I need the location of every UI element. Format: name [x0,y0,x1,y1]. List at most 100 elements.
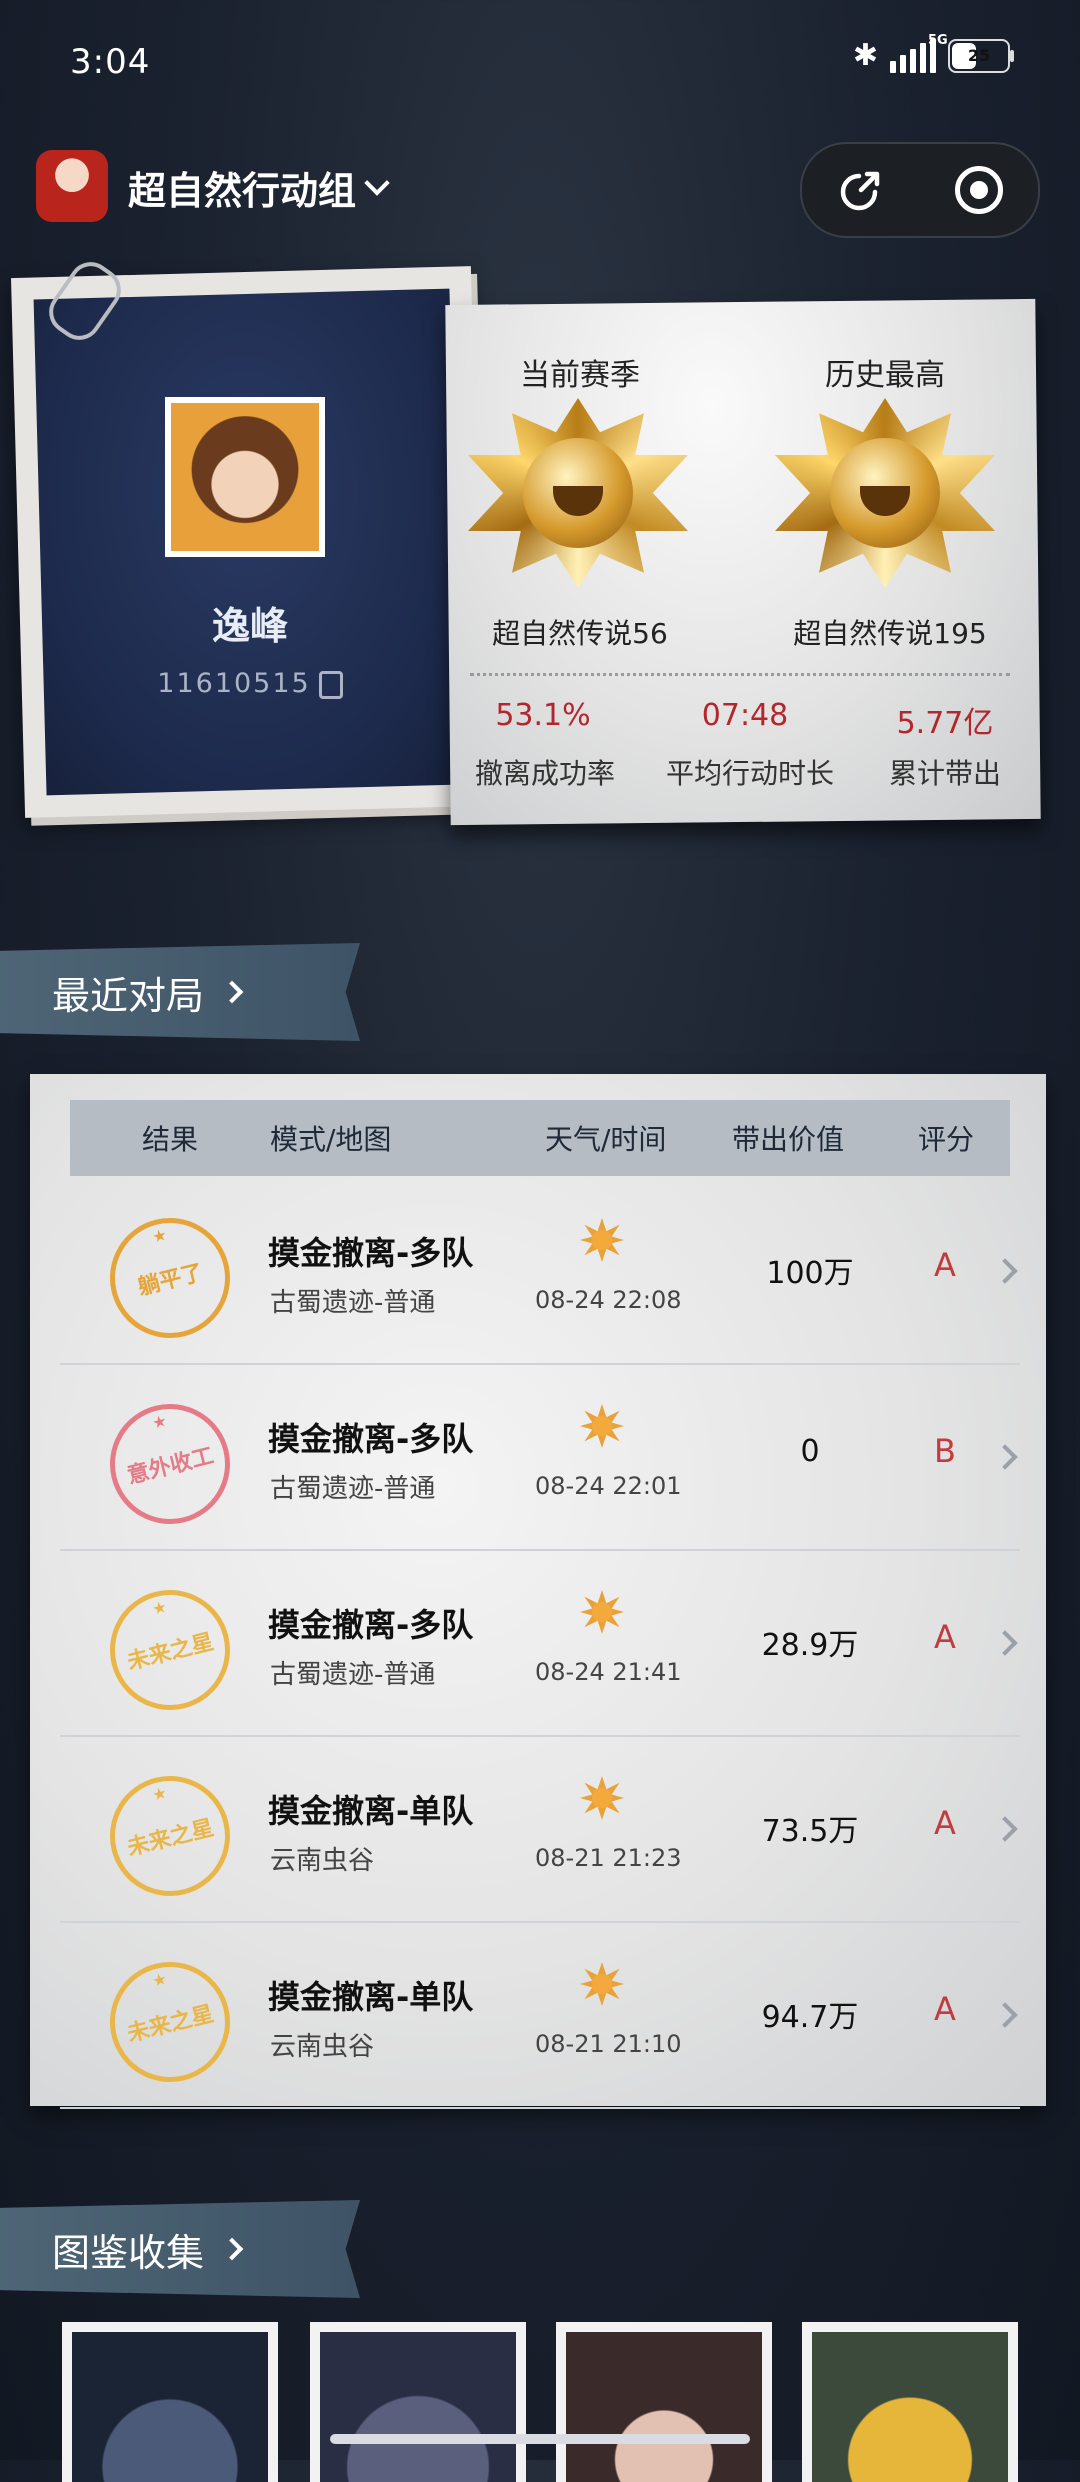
gallery-card[interactable] [556,2322,772,2482]
recent-matches-title: 最近对局 [52,973,205,1018]
gallery-card[interactable] [310,2322,526,2482]
match-datetime: 08-21 21:10 [535,2030,682,2058]
total-loot-value: 5.77亿 [896,706,994,741]
match-datetime: 08-24 21:41 [535,1658,682,1686]
table-header: 结果 模式/地图 天气/时间 带出价值 评分 [70,1100,1010,1176]
match-row[interactable]: 未来之星 摸金撤离-多队 古蜀遗迹-普通 08-24 21:41 28.9万 A [60,1550,1020,1737]
match-row[interactable]: 意外收工 摸金撤离-多队 古蜀遗迹-普通 08-24 22:01 0 B [60,1364,1020,1551]
result-stamp-text: 未来之星 [124,1815,217,1862]
gallery-card[interactable] [62,2322,278,2482]
loot-value: 94.7万 [761,2000,859,2035]
match-mode: 摸金撤离-多队 [268,1234,474,1272]
chevron-right-icon [220,980,244,1004]
current-season-label: 当前赛季 [520,358,640,393]
escape-rate-label: 撤离成功率 [474,757,615,790]
chevron-right-icon[interactable] [992,1816,1018,1842]
match-datetime: 08-21 21:23 [535,1844,682,1872]
match-grade: A [934,1804,956,1842]
status-indicators: ✱ 5G 25 [852,33,1014,73]
battery-level: 25 [967,46,991,65]
match-map: 云南虫谷 [270,2032,375,2062]
battery-icon: 25 [948,38,1014,73]
best-rank-label: 历史最高 [825,358,945,393]
divider [470,673,1010,676]
sunny-weather-icon [580,1218,624,1262]
home-indicator [330,2434,750,2444]
record-icon [955,166,1003,214]
app-title-dropdown[interactable]: 超自然行动组 [128,160,390,215]
col-value: 带出价值 [732,1123,845,1156]
player-name: 逸峰 [211,604,288,648]
app-icon [36,150,108,222]
result-stamp: 躺平了 [97,1205,243,1351]
match-map: 云南虫谷 [270,1846,375,1876]
match-grade: B [934,1432,956,1470]
match-grade: A [934,1990,956,2028]
avg-duration-label: 平均行动时长 [665,757,834,790]
signal-icon: 5G [890,33,948,73]
gallery-card[interactable] [802,2322,1018,2482]
sunny-weather-icon [580,1962,624,2006]
match-map: 古蜀遗迹-普通 [270,1288,436,1318]
match-datetime: 08-24 22:01 [535,1472,682,1500]
player-id: 11610515 [157,668,311,699]
result-stamp-text: 未来之星 [124,2001,217,2048]
match-row[interactable]: 未来之星 摸金撤离-单队 云南虫谷 08-21 21:23 73.5万 A [60,1736,1020,1923]
sunny-weather-icon [580,1590,624,1634]
loot-value: 0 [800,1434,820,1469]
network-type: 5G [928,32,948,48]
player-id-row[interactable]: 11610515 [0,668,500,699]
escape-rate-value: 53.1% [495,698,591,733]
match-row[interactable]: 未来之星 摸金撤离-单队 云南虫谷 08-21 21:10 94.7万 A [60,1922,1020,2109]
result-stamp-text: 未来之星 [124,1629,217,1676]
loot-value: 100万 [766,1256,854,1291]
chevron-right-icon[interactable] [992,1630,1018,1656]
match-mode: 摸金撤离-单队 [268,1978,474,2016]
chevron-right-icon[interactable] [992,1258,1018,1284]
best-rank-medal-icon [775,398,995,588]
loot-value: 28.9万 [761,1628,859,1663]
record-button[interactable] [949,160,1009,220]
chevron-down-icon [364,169,390,196]
col-result: 结果 [142,1123,199,1156]
col-mode-map: 模式/地图 [270,1123,392,1156]
mini-program-capsule [800,142,1040,238]
match-map: 古蜀遗迹-普通 [270,1474,436,1504]
recent-matches-header[interactable]: 最近对局 [0,943,360,1041]
result-stamp: 意外收工 [97,1391,243,1537]
bluetooth-icon: ✱ [852,38,878,73]
chevron-right-icon[interactable] [992,2002,1018,2028]
player-avatar [165,397,325,557]
app-title: 超自然行动组 [128,169,357,213]
sunny-weather-icon [580,1776,624,1820]
result-stamp: 未来之星 [97,1577,243,1723]
status-time: 3:04 [70,42,151,82]
result-stamp-text: 意外收工 [124,1443,217,1490]
loot-value: 73.5万 [761,1814,859,1849]
match-map: 古蜀遗迹-普通 [270,1660,436,1690]
match-row[interactable]: 躺平了 摸金撤离-多队 古蜀遗迹-普通 08-24 22:08 100万 A [60,1178,1020,1365]
result-stamp-text: 躺平了 [135,1260,206,1301]
current-rank-name: 超自然传说56 [492,617,668,650]
chevron-right-icon [220,2237,244,2261]
match-mode: 摸金撤离-多队 [268,1606,474,1644]
best-rank-name: 超自然传说195 [793,617,987,650]
gallery-title: 图鉴收集 [52,2230,205,2275]
current-rank-medal-icon [468,398,688,588]
chevron-right-icon[interactable] [992,1444,1018,1470]
col-weather-time: 天气/时间 [545,1123,667,1156]
share-icon [840,171,880,211]
total-loot-label: 累计带出 [888,757,1001,790]
result-stamp: 未来之星 [97,1949,243,2095]
match-mode: 摸金撤离-单队 [268,1792,474,1830]
match-mode: 摸金撤离-多队 [268,1420,474,1458]
match-grade: A [934,1246,956,1284]
match-datetime: 08-24 22:08 [535,1286,682,1314]
gallery-header[interactable]: 图鉴收集 [0,2200,360,2298]
match-grade: A [934,1618,956,1656]
copy-icon[interactable] [318,670,343,699]
result-stamp: 未来之星 [97,1763,243,1909]
avg-duration-value: 07:48 [701,698,789,733]
share-button[interactable] [831,160,891,220]
sunny-weather-icon [580,1404,624,1448]
